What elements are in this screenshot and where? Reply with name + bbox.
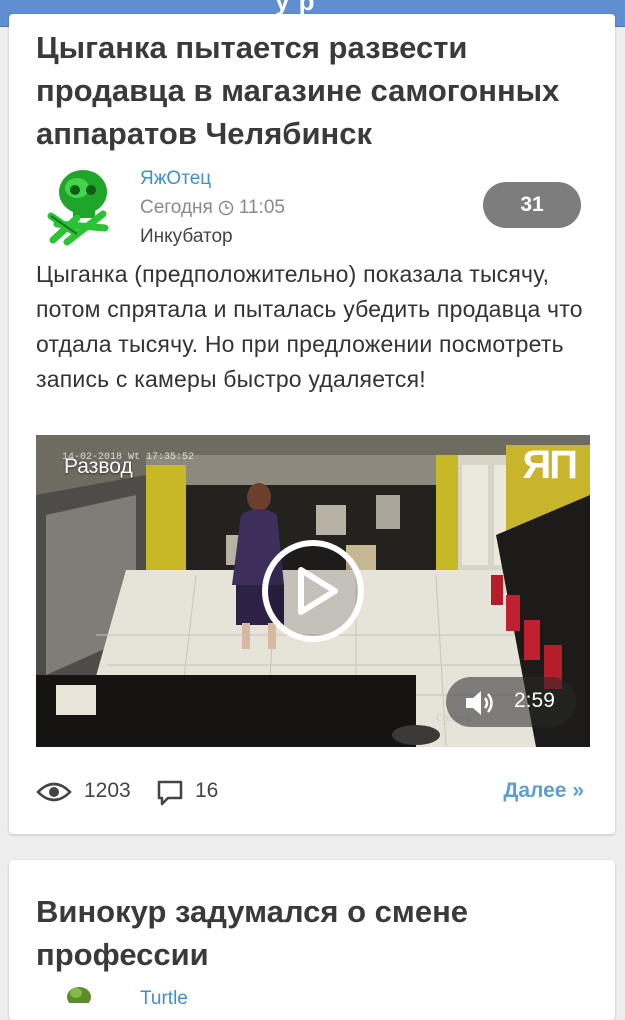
views-count: 1203 xyxy=(84,779,131,802)
author-avatar[interactable] xyxy=(47,166,109,246)
read-more-link[interactable]: Далее » xyxy=(503,779,584,803)
video-title: Развод xyxy=(64,455,133,478)
channel-logo: ЯП xyxy=(522,443,578,487)
play-icon[interactable] xyxy=(261,539,365,643)
duration-pill: 2:59 xyxy=(446,677,576,727)
author-link[interactable]: Turtle xyxy=(140,988,188,1010)
post-footer: 1203 16 Далее » xyxy=(36,774,584,810)
post-card: Винокур задумался о смене профессии Turt… xyxy=(9,860,615,1020)
post-text: Цыганка (предположительно) показала тыся… xyxy=(36,261,583,392)
eye-icon xyxy=(36,782,72,802)
video-player[interactable]: 14-02-2018 Wt 17:35:52 Camera Развод ЯП … xyxy=(36,435,590,747)
post-title[interactable]: Винокур задумался о смене профессии xyxy=(36,890,595,976)
post-clock-time: 11:05 xyxy=(238,197,285,218)
author-link[interactable]: ЯжОтец xyxy=(140,168,211,190)
post-title[interactable]: Цыганка пытается развести продавца в маг… xyxy=(36,26,595,155)
post-date: Сегодня xyxy=(140,197,213,218)
comment-icon[interactable] xyxy=(156,779,184,807)
post-card: Цыганка пытается развести продавца в маг… xyxy=(9,14,615,834)
author-avatar[interactable] xyxy=(64,983,94,1003)
community-link[interactable]: Инкубатор xyxy=(140,226,233,248)
comments-count[interactable]: 16 xyxy=(195,779,218,803)
post-time: Сегодня 11:05 xyxy=(140,197,285,219)
video-duration: 2:59 xyxy=(514,689,555,712)
rating-badge[interactable]: 31 xyxy=(483,182,581,228)
speaker-icon[interactable] xyxy=(464,690,496,716)
clock-icon xyxy=(218,200,234,216)
